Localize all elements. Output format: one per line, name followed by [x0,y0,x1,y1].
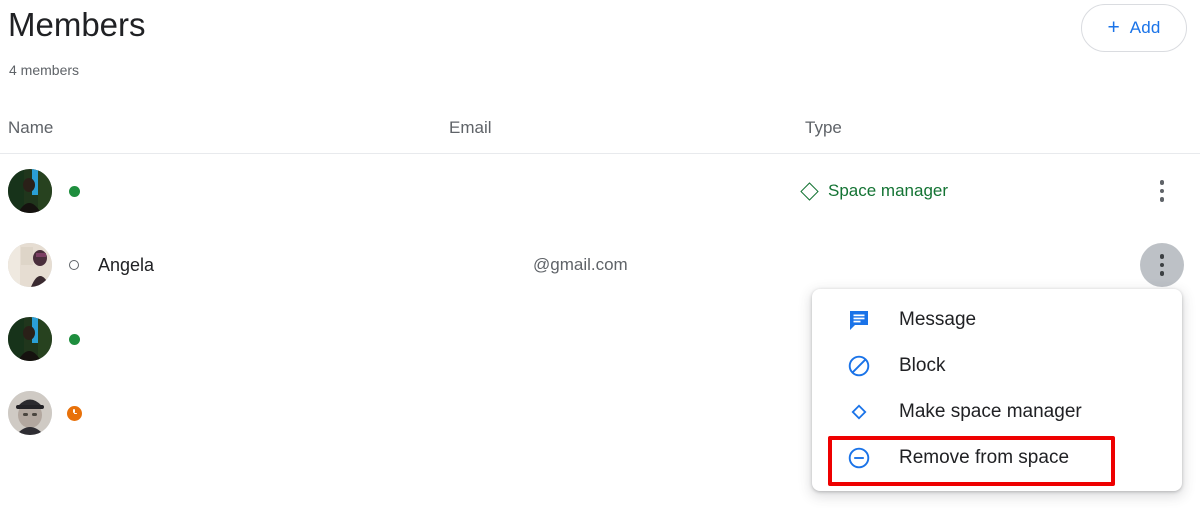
member-type-cell: Space manager [800,154,949,228]
more-vert-icon[interactable] [1140,243,1184,287]
member-type-label: Space manager [828,181,949,200]
message-icon [846,307,872,333]
status-indicator [52,333,96,345]
member-name-cell: Angela [8,228,154,302]
green-dot-icon [68,333,80,345]
menu-item-label: Make space manager [899,401,1082,422]
dot [1159,262,1165,268]
menu-item-label: Remove from space [899,447,1070,468]
add-button-label: Add [1129,18,1161,37]
status-indicator [52,185,96,197]
hollow-circle-icon [69,260,79,270]
menu-item-label: Message [899,309,977,330]
dot [1159,197,1165,202]
page-title: Members [8,6,146,43]
member-name-cell [8,154,98,228]
member-name-cell [8,376,98,450]
menu-item-make-space-manager[interactable]: Make space manager [812,389,1182,435]
menu-item-label: Block [899,355,946,376]
row-menu-cell [1140,154,1184,228]
remove-circle-icon [846,445,872,471]
status-indicator [52,260,96,270]
more-vert-icon[interactable] [1140,169,1184,213]
member-email: @gmail.com [533,255,628,274]
dot [1159,180,1165,185]
menu-item-message[interactable]: Message [812,297,1182,343]
status-indicator [52,405,96,421]
plus-icon: + [1107,15,1120,39]
dot [1159,254,1165,259]
member-context-menu: Message Block Make space manager Remove … [812,289,1182,491]
menu-item-remove-from-space[interactable]: Remove from space [812,435,1182,481]
diamond-icon [846,399,872,425]
member-name: Angela [98,255,155,275]
diamond-icon [800,181,819,201]
menu-item-block[interactable]: Block [812,343,1182,389]
orange-clock-icon [66,405,82,421]
column-header-name: Name [8,118,54,137]
column-header-email: Email [449,118,492,137]
avatar [8,317,52,361]
member-count: 4 members [9,62,80,78]
page-header: Members 4 members + Add [0,0,1200,100]
dot [1159,188,1165,194]
avatar [8,391,52,435]
column-header-type: Type [805,118,842,137]
avatar [8,169,52,213]
dot [1159,271,1165,276]
green-dot-icon [68,185,80,197]
block-icon [846,353,872,379]
member-name-cell [8,302,98,376]
avatar [8,243,52,287]
add-member-button[interactable]: + Add [1081,4,1187,52]
table-header-row: Name Email Type [0,105,1200,154]
table-row[interactable]: Space manager [0,154,1200,228]
